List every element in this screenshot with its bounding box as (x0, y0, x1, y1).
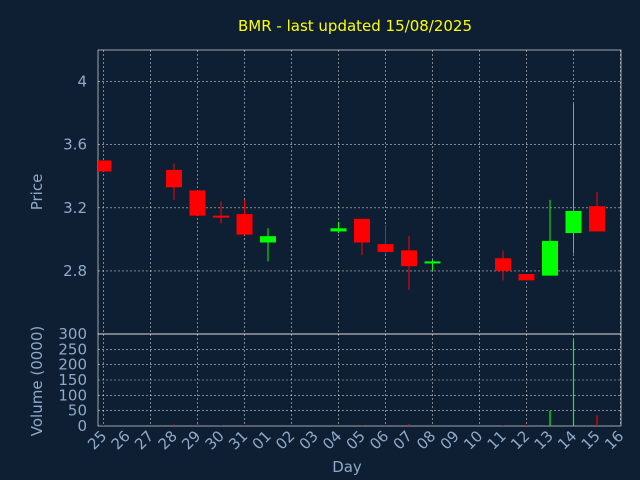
volume-y-ticks: 050100150200250300 (58, 325, 87, 435)
y-axis-label-price: Price (28, 174, 46, 211)
x-tick-label: 31 (225, 427, 251, 453)
volume-y-tick-label: 200 (58, 356, 87, 374)
candle-body (589, 206, 605, 232)
volume-y-tick-label: 300 (58, 325, 87, 343)
volume-bar (572, 340, 575, 426)
candle-body (236, 214, 253, 235)
x-tick-label: 06 (366, 427, 392, 453)
x-tick-label: 26 (108, 427, 134, 453)
x-tick-label: 13 (531, 427, 557, 453)
candle-body (330, 228, 347, 232)
volume-grid (98, 334, 621, 426)
volume-y-tick-label: 150 (58, 371, 87, 389)
price-y-ticks: 2.8 3.2 3.6 4 (63, 73, 87, 280)
volume-bar (243, 425, 246, 426)
volume-panel: 050100150200250300 (58, 325, 622, 435)
x-tick-label: 11 (484, 427, 510, 453)
x-tick-label: 12 (507, 427, 533, 453)
volume-y-tick-label: 100 (58, 386, 87, 404)
volume-bar (549, 410, 551, 426)
volume-bar (596, 415, 598, 426)
volume-bar (173, 424, 175, 426)
volume-y-tick-label: 0 (77, 417, 87, 435)
x-tick-label: 16 (601, 427, 627, 453)
price-y-tick-label: 3.6 (63, 136, 87, 154)
candle-body (518, 274, 535, 281)
candles (98, 103, 605, 290)
chart-title: BMR - last updated 15/08/2025 (238, 17, 472, 35)
volume-bars (102, 340, 598, 426)
x-tick-label: 04 (319, 427, 345, 453)
price-panel: 2.8 3.2 3.6 4 (63, 49, 622, 335)
x-tick-label: 14 (554, 427, 580, 453)
price-y-tick-label: 4 (77, 73, 87, 91)
candle-body (98, 160, 112, 172)
x-tick-label: 07 (390, 427, 416, 453)
volume-bar (502, 425, 504, 426)
volume-y-tick-label: 50 (68, 402, 87, 420)
volume-bar (408, 423, 410, 426)
candle-body (377, 244, 394, 252)
x-tick-label: 28 (155, 427, 181, 453)
candle-body (166, 169, 182, 188)
x-tick-label: 10 (460, 427, 486, 453)
candle-body (213, 215, 229, 218)
x-tick-label: 05 (343, 427, 369, 453)
x-tick-label: 01 (249, 427, 275, 453)
candle-body (189, 190, 206, 216)
volume-bar (102, 425, 105, 426)
volume-bar (267, 425, 269, 426)
x-tick-label: 30 (202, 427, 228, 453)
x-axis-label: Day (332, 458, 362, 476)
x-tick-label: 02 (272, 427, 298, 453)
candle-body (260, 236, 276, 243)
price-y-tick-label: 2.8 (63, 262, 87, 280)
volume-bar (196, 424, 199, 426)
x-tick-label: 03 (296, 427, 322, 453)
volume-bar (361, 425, 363, 426)
volume-bar (384, 425, 387, 426)
volume-bar (525, 425, 528, 426)
candle-body (354, 218, 370, 243)
candle-body (565, 210, 582, 234)
x-tick-label: 15 (578, 427, 604, 453)
candle-body (424, 261, 441, 264)
price-y-tick-label: 3.2 (63, 199, 87, 217)
price-plot-area (97, 49, 622, 335)
candle-body (401, 250, 417, 267)
price-grid (98, 50, 621, 334)
x-tick-label: 08 (413, 427, 439, 453)
x-axis-ticks: 2526272829303101020304050607080910111213… (84, 427, 627, 453)
candle-body (495, 258, 511, 271)
x-tick-label: 09 (437, 427, 463, 453)
x-tick-label: 27 (131, 427, 157, 453)
x-tick-label: 29 (178, 427, 204, 453)
stock-chart: BMR - last updated 15/08/2025 2.8 3.2 3.6 4… (28, 17, 627, 476)
volume-y-tick-label: 250 (58, 340, 87, 358)
x-tick-label: 25 (84, 427, 110, 453)
y-axis-label-volume: Volume (0000) (28, 326, 46, 436)
volume-bar (220, 425, 222, 426)
candle-body (542, 240, 558, 276)
